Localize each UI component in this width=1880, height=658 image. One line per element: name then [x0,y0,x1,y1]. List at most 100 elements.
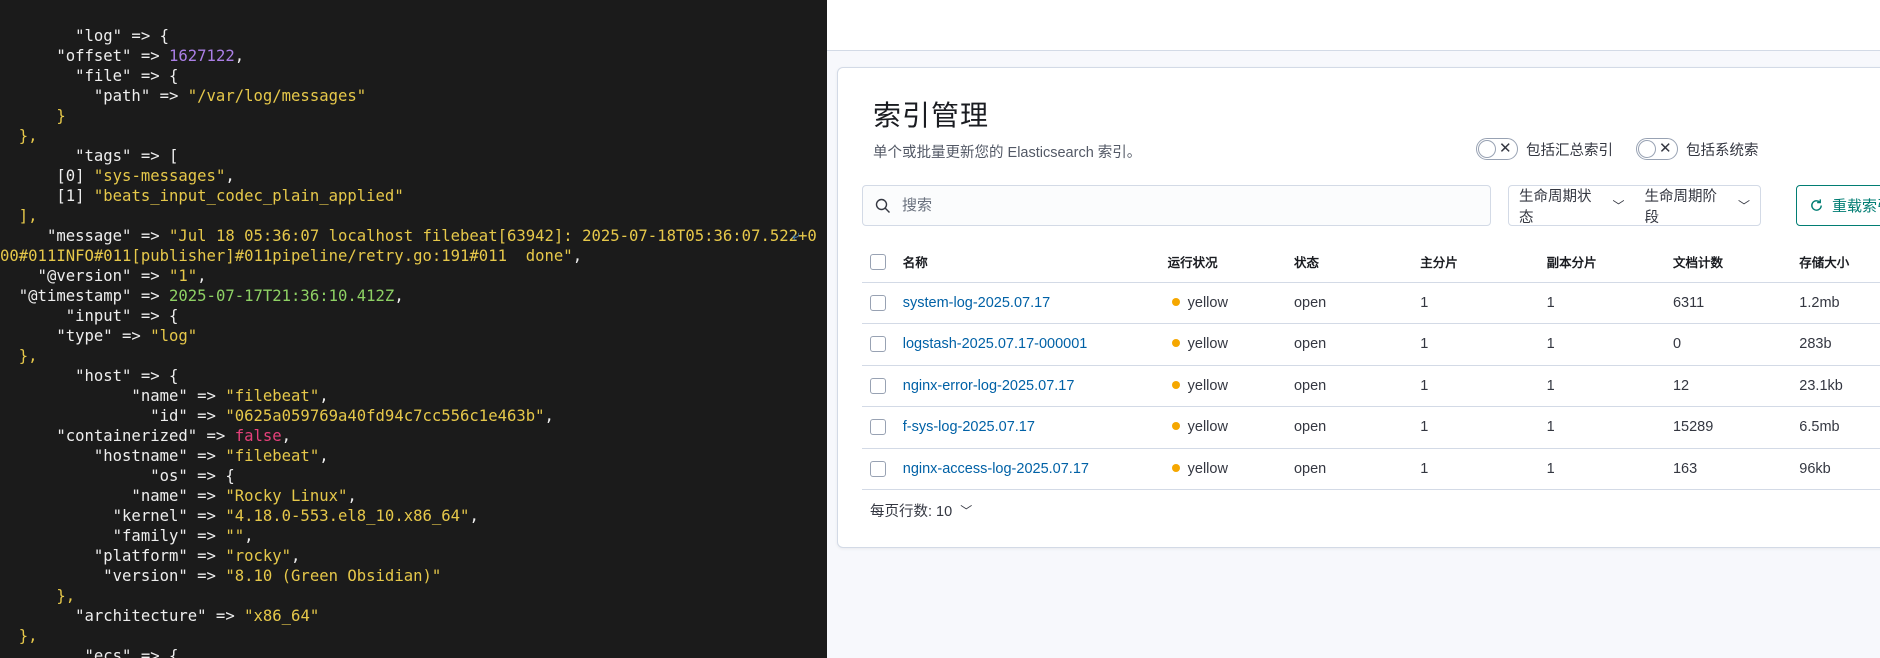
cell-primary: 1 [1420,282,1547,324]
cell-primary: 1 [1420,365,1547,407]
column-header-replica[interactable]: 副本分片 [1546,242,1673,283]
terminal-text: "path" => [0,87,188,105]
terminal-text: [1] [0,187,94,205]
lifecycle-status-filter[interactable]: 生命周期状态 ﹀ [1509,186,1635,226]
cell-docs: 12 [1672,365,1800,407]
table-row: nginx-access-log-2025.07.17 yellow open 1 1 1… [862,448,1880,490]
terminal-text: "message" => [0,227,169,245]
search-box[interactable] [862,185,1491,226]
row-checkbox[interactable] [870,377,886,394]
terminal-line: }, [0,346,827,366]
terminal-text: "0625a059769a40fd94c7cc556c1e463b" [225,407,545,425]
terminal-line: "path" => "/var/log/messages" [0,86,827,106]
terminal-line: "kernel" => "4.18.0-553.el8_10.x86_64", [0,506,827,526]
toggle-off-icon[interactable]: ✕ [1636,138,1678,160]
lifecycle-phase-label: 生命周期阶段 [1644,188,1718,226]
column-header-primary[interactable]: 主分片 [1420,242,1547,283]
terminal-text: }, [0,127,38,145]
terminal-text: "tags" => [ [0,147,179,165]
terminal-line: }, [0,626,827,646]
row-checkbox[interactable] [870,294,886,311]
cell-replica: 1 [1546,323,1673,366]
table-row: nginx-error-log-2025.07.17 yellow open 1 1 12… [862,365,1880,407]
index-name-link[interactable]: nginx-error-log-2025.07.17 [903,378,1075,394]
terminal-text: "beats_input_codec_plain_applied" [93,187,404,205]
health-dot-icon [1171,422,1180,431]
terminal-text: "host" => { [0,367,179,385]
terminal-text: "name" => [0,387,226,405]
terminal-text: "/var/log/messages" [187,87,367,105]
lifecycle-filter-group: 生命周期状态 ﹀ 生命周期阶段 ﹀ [1508,185,1761,226]
column-header-docs[interactable]: 文档计数 [1672,242,1800,283]
terminal-text: "id" => [0,407,226,425]
terminal-text: "filebeat" [225,447,320,465]
terminal-line: "name" => "Rocky Linux", [0,486,827,506]
cell-size: 23.1kb [1799,365,1880,407]
top-header-bar [827,0,1880,51]
reload-indices-button[interactable]: 重载索引 [1796,185,1880,226]
terminal-text: "@version" => [0,267,169,285]
terminal-line: "platform" => "rocky", [0,546,827,566]
index-name-link[interactable]: logstash-2025.07.17-000001 [903,336,1088,352]
terminal-text: "ecs" => { [0,647,179,658]
index-name-link[interactable]: system-log-2025.07.17 [903,295,1051,311]
cell-status: open [1293,282,1421,324]
column-header-name[interactable]: 名称 [902,242,1168,283]
cell-size: 6.5mb [1799,406,1880,449]
cell-size: 96kb [1799,448,1880,490]
terminal-text: , [291,547,301,565]
index-name-link[interactable]: nginx-access-log-2025.07.17 [903,461,1089,477]
terminal-window[interactable]: "log" => { "offset" => 1627122, "file" =… [0,0,827,658]
terminal-text: "platform" => [0,547,226,565]
health-dot-icon [1171,463,1180,472]
rows-per-page-selector[interactable]: 每页行数: 10 ﹀ [870,500,972,521]
cell-size: 283b [1799,323,1880,366]
search-input[interactable] [902,197,1462,214]
include-system-switch[interactable]: ✕ 包括系统索 [1636,138,1759,160]
terminal-line: "file" => { [0,66,827,86]
lifecycle-status-label: 生命周期状态 [1519,188,1592,226]
cell-status: open [1293,448,1421,490]
lifecycle-phase-filter[interactable]: 生命周期阶段 ﹀ [1635,186,1761,226]
terminal-text: , [394,287,404,305]
refresh-icon [1811,199,1822,211]
terminal-text: 2025-07-17T21:36:10.412Z [169,287,395,305]
terminal-line: "family" => "", [0,526,827,546]
index-name-link[interactable]: f-sys-log-2025.07.17 [903,419,1035,435]
terminal-line: }, [0,126,827,146]
terminal-text: "@timestamp" => [0,287,169,305]
row-checkbox[interactable] [870,460,886,477]
terminal-line: "host" => { [0,366,827,386]
row-checkbox[interactable] [870,336,886,353]
health-text: yellow [1187,336,1228,353]
terminal-line: "log" => { [0,26,827,46]
health-dot-icon [1171,297,1180,306]
terminal-text: "rocky" [225,547,292,565]
terminal-line: }, [0,586,827,606]
cell-docs: 15289 [1672,406,1800,449]
include-rollup-switch[interactable]: ✕ 包括汇总索引 [1476,138,1613,160]
terminal-text: "name" => [0,487,226,505]
column-header-size[interactable]: 存储大小 [1799,242,1880,283]
kibana-app: 索引管理 单个或批量更新您的 Elasticsearch 索引。 ✕ 包括汇总索… [827,0,1880,658]
rows-per-page-label: 每页行数: 10 [870,504,953,520]
terminal-text: } [0,107,66,125]
terminal-text: , [244,527,254,545]
row-checkbox[interactable] [870,419,886,436]
terminal-text: "sys-messages" [93,167,226,185]
column-header-health[interactable]: 运行状况 [1167,242,1294,283]
terminal-text: false [234,427,282,445]
terminal-text: , [234,47,245,65]
chevron-down-icon: ﹀ [1737,199,1750,213]
table-row: f-sys-log-2025.07.17 yellow open 1 1 15289 6.5… [862,406,1880,449]
select-all-checkbox[interactable] [870,253,886,270]
column-header-status[interactable]: 状态 [1293,242,1421,283]
cell-docs: 163 [1672,448,1800,490]
cell-primary: 1 [1420,406,1547,449]
terminal-line: "name" => "filebeat", [0,386,827,406]
cell-docs: 0 [1672,323,1800,366]
terminal-line: ], [0,206,827,226]
toggle-off-icon[interactable]: ✕ [1476,138,1518,160]
health-text: yellow [1187,419,1228,436]
terminal-text: "input" => { [0,307,179,325]
